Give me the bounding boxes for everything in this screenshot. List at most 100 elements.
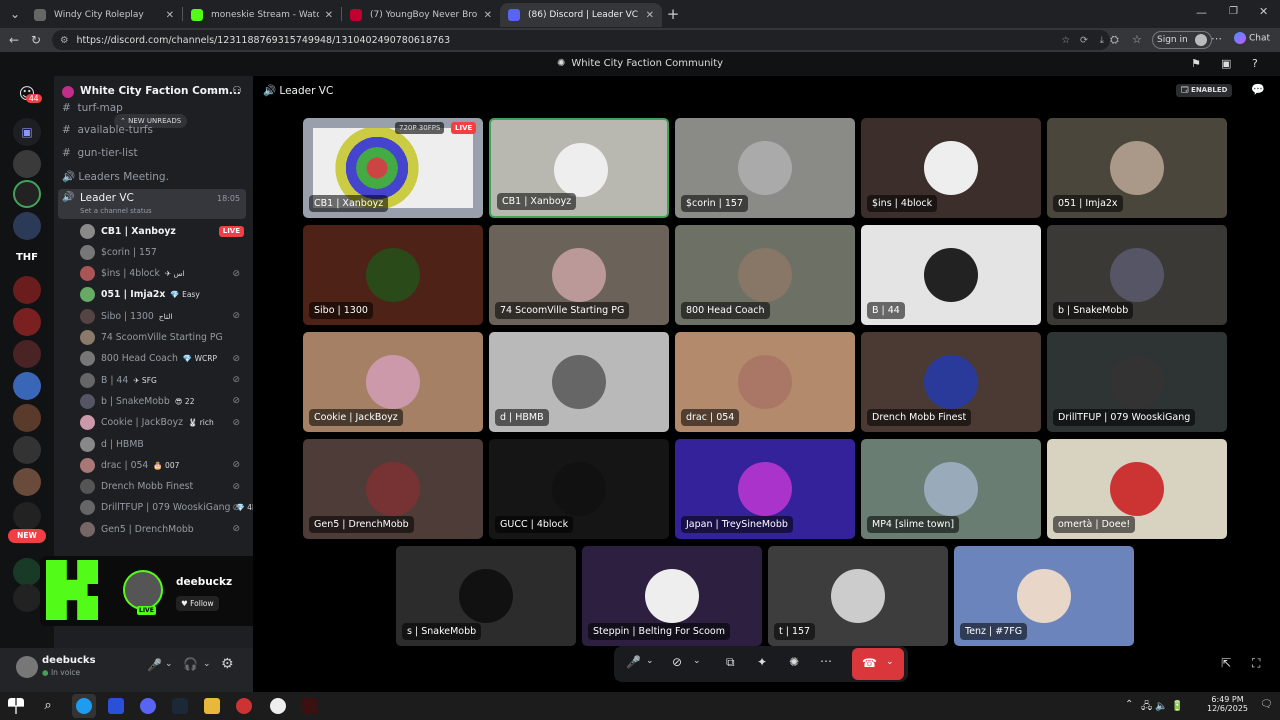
headphones-icon[interactable]: 🎧 bbox=[183, 657, 198, 671]
download-icon[interactable]: ⤓ bbox=[1100, 35, 1104, 46]
clock[interactable]: 6:49 PM 12/6/2025 bbox=[1207, 695, 1248, 713]
video-tile[interactable]: Japan | TreySineMobb bbox=[675, 439, 855, 539]
site-info-icon[interactable]: ⚙ bbox=[60, 35, 69, 46]
close-tab-icon[interactable]: ✕ bbox=[484, 10, 492, 21]
server-icon[interactable] bbox=[13, 212, 41, 240]
disconnect-button[interactable]: ☎ ⌄ bbox=[852, 648, 904, 680]
server-icon[interactable] bbox=[13, 584, 41, 612]
browser-tab-3[interactable]: (7) YoungBoy Never Broke Again ✕ bbox=[342, 3, 500, 27]
tab-list-icon[interactable]: ⌄ bbox=[4, 7, 26, 21]
channel-status-hint[interactable]: Set a channel status bbox=[80, 207, 152, 215]
server-icon[interactable] bbox=[13, 502, 41, 530]
discord-icon[interactable] bbox=[140, 698, 156, 714]
activities-icon[interactable]: ✦ bbox=[757, 655, 767, 669]
video-tile[interactable]: DrillTFUP | 079 WooskiGang bbox=[1047, 332, 1227, 432]
voice-user[interactable]: Drench Mobb Finest ⊘ bbox=[80, 477, 250, 497]
video-tile[interactable]: s | SnakeMobb bbox=[396, 546, 576, 646]
follow-button[interactable]: ♥ Follow bbox=[176, 596, 219, 611]
video-tile[interactable]: Tenz | #7FG bbox=[954, 546, 1134, 646]
pin-icon[interactable]: ⚑ bbox=[1191, 52, 1201, 76]
voice-user[interactable]: $corin | 157 bbox=[80, 242, 250, 262]
close-window-icon[interactable]: ✕ bbox=[1259, 5, 1268, 18]
settings-gear-icon[interactable]: ⚙ bbox=[221, 656, 234, 672]
voice-user[interactable]: drac | 054 🎂 007 ⊘ bbox=[80, 455, 250, 475]
bookmark-star-icon[interactable]: ☆ bbox=[1061, 35, 1070, 46]
back-icon[interactable]: ← bbox=[3, 33, 25, 47]
refresh-small-icon[interactable]: ⟳ bbox=[1080, 35, 1088, 46]
voice-user[interactable]: Gen5 | DrenchMobb ⊘ bbox=[80, 519, 250, 539]
camera-off-icon[interactable]: ⊘ bbox=[672, 655, 682, 669]
video-tile[interactable]: $ins | 4block bbox=[861, 118, 1041, 218]
url-input[interactable]: ⚙ https://discord.com/channels/123118876… bbox=[52, 30, 1110, 50]
app-icon[interactable] bbox=[302, 698, 318, 714]
more-options-icon[interactable]: ⋯ bbox=[820, 654, 832, 668]
camera-chevron-icon[interactable]: ⌄ bbox=[693, 656, 701, 666]
file-explorer-icon[interactable] bbox=[204, 698, 220, 714]
voice-user[interactable]: 800 Head Coach 💎 WCRP ⊘ bbox=[80, 349, 250, 369]
server-icon[interactable] bbox=[13, 436, 41, 464]
mic-options-chevron-icon[interactable]: ⌄ bbox=[165, 659, 173, 669]
video-tile[interactable]: GUCC | 4block bbox=[489, 439, 669, 539]
server-icon[interactable] bbox=[13, 276, 41, 304]
browser-tab-2[interactable]: moneskie Stream - Watch Live on ✕ bbox=[183, 3, 341, 27]
voice-user[interactable]: Sibo | 1300 التاج ⊘ bbox=[80, 306, 250, 326]
server-icon-thf[interactable]: THF bbox=[13, 244, 41, 272]
close-tab-icon[interactable]: ✕ bbox=[646, 10, 654, 21]
voice-channel-leader-vc[interactable]: 🔊 Leader VC 18:05 Set a channel status bbox=[58, 189, 246, 219]
channel-available-turfs[interactable]: # available-turfs bbox=[62, 124, 153, 136]
help-icon[interactable]: ? bbox=[1252, 52, 1258, 76]
video-tile[interactable]: b | SnakeMobb bbox=[1047, 225, 1227, 325]
video-tile[interactable]: Cookie | JackBoyz bbox=[303, 332, 483, 432]
video-tile[interactable]: Gen5 | DrenchMobb bbox=[303, 439, 483, 539]
start-icon[interactable] bbox=[8, 698, 24, 714]
enabled-badge[interactable]: 🗔 ENABLED bbox=[1176, 84, 1233, 97]
server-icon[interactable] bbox=[13, 468, 41, 496]
search-icon[interactable]: ⌕ bbox=[40, 698, 56, 714]
server-icon[interactable] bbox=[13, 372, 41, 400]
video-tile[interactable]: 74 ScoomVille Starting PG bbox=[489, 225, 669, 325]
voice-user[interactable]: d | HBMB bbox=[80, 434, 250, 454]
server-icon[interactable] bbox=[13, 340, 41, 368]
mute-mic-icon[interactable]: 🎤 bbox=[147, 658, 162, 672]
close-tab-icon[interactable]: ✕ bbox=[166, 10, 174, 21]
chat-button[interactable]: Chat bbox=[1234, 32, 1270, 44]
tray-arrow-icon[interactable]: ⌃ bbox=[1125, 699, 1133, 710]
voice-user[interactable]: DrillTFUP | 079 WooskiGang💎 4K⊘ bbox=[80, 498, 253, 518]
voice-user[interactable]: 74 ScoomVille Starting PG bbox=[80, 328, 250, 348]
video-tile[interactable]: Steppin | Belting For Scoom bbox=[582, 546, 762, 646]
video-tile[interactable]: MP4 [slime town] bbox=[861, 439, 1041, 539]
steam-icon[interactable] bbox=[172, 698, 188, 714]
voice-user[interactable]: 051 | Imja2x 💎 Easy bbox=[80, 285, 250, 305]
maximize-icon[interactable]: ❐ bbox=[1229, 6, 1238, 17]
add-member-icon[interactable]: ⚇ bbox=[232, 84, 242, 97]
video-tile[interactable]: 800 Head Coach bbox=[675, 225, 855, 325]
more-menu-icon[interactable]: ⋯ bbox=[1211, 32, 1222, 45]
extensions-icon[interactable]: ⛭ bbox=[1110, 33, 1119, 47]
direct-messages-icon[interactable]: ▣ bbox=[13, 118, 41, 146]
popout-icon[interactable]: ⇱ bbox=[1221, 656, 1231, 670]
server-icon[interactable] bbox=[13, 308, 41, 336]
channel-gun-tier-list[interactable]: # gun-tier-list bbox=[62, 147, 138, 159]
video-tile[interactable]: B | 44 bbox=[861, 225, 1041, 325]
new-tab-icon[interactable]: + bbox=[662, 5, 684, 23]
server-header[interactable]: White City Faction Comm... ⌄ ⚇ bbox=[62, 84, 247, 102]
voice-user[interactable]: b | SnakeMobb 😎 22 ⊘ bbox=[80, 391, 250, 411]
voice-user[interactable]: $ins | 4block ✈ اس ⊘ bbox=[80, 264, 250, 284]
video-tile[interactable]: t | 157 bbox=[768, 546, 948, 646]
browser-tab-4[interactable]: (86) Discord | Leader VC | Wh ✕ bbox=[500, 3, 662, 27]
video-tile[interactable]: 051 | Imja2x bbox=[1047, 118, 1227, 218]
reload-icon[interactable]: ↻ bbox=[25, 33, 47, 47]
share-screen-icon[interactable]: ⧉ bbox=[726, 655, 735, 670]
minimize-icon[interactable]: — bbox=[1196, 6, 1207, 19]
favorites-icon[interactable]: ☆ bbox=[1132, 33, 1142, 46]
server-icon[interactable] bbox=[13, 558, 41, 586]
video-tile[interactable]: drac | 054 bbox=[675, 332, 855, 432]
close-tab-icon[interactable]: ✕ bbox=[325, 10, 333, 21]
channel-turf-map[interactable]: # turf-map bbox=[62, 102, 123, 114]
app-icon[interactable] bbox=[236, 698, 252, 714]
server-icon[interactable] bbox=[13, 150, 41, 178]
fullscreen-icon[interactable]: ⛶ bbox=[1252, 656, 1260, 671]
video-tile[interactable]: $corin | 157 bbox=[675, 118, 855, 218]
server-icon-white-city[interactable] bbox=[13, 180, 41, 208]
app-icon[interactable] bbox=[108, 698, 124, 714]
